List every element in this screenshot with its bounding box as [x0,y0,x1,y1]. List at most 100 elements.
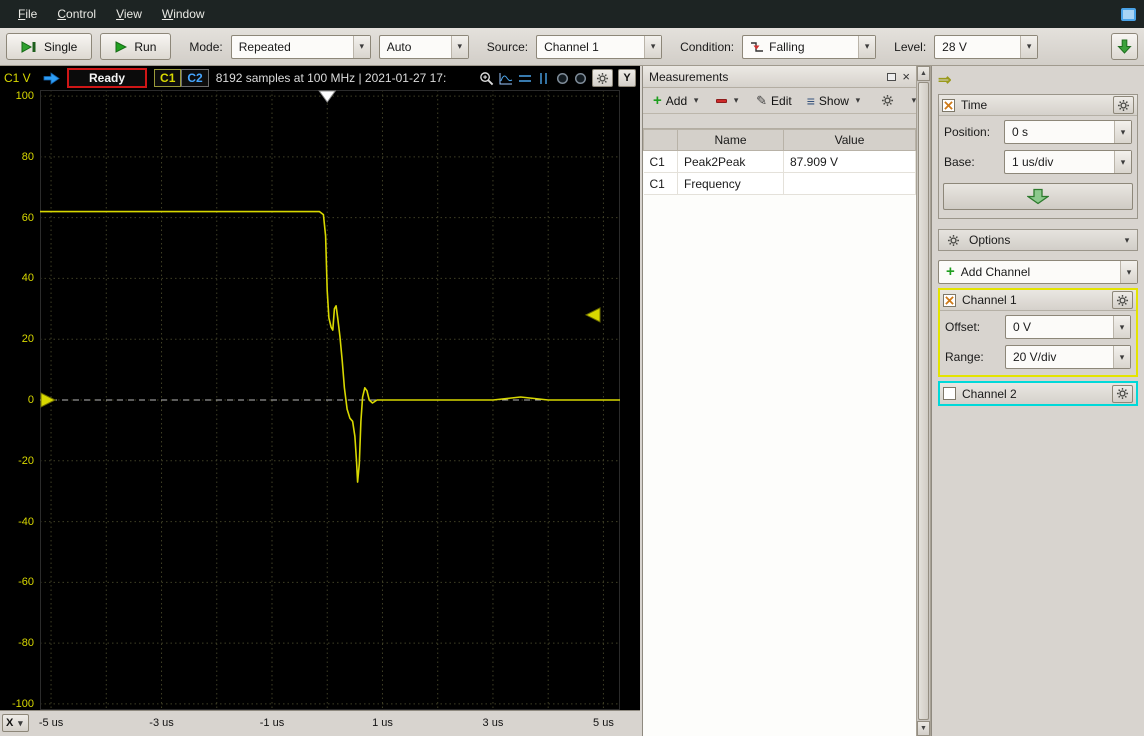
chevron-down-icon[interactable] [450,35,468,58]
channel-offset-marker[interactable] [40,392,57,408]
run-icon [115,40,128,53]
chevron-down-icon[interactable] [1114,151,1131,173]
offset-select[interactable]: 0 V [1005,315,1131,339]
chevron-down-icon[interactable] [1113,346,1130,368]
position-value: 0 s [1012,125,1029,139]
source-select[interactable]: Channel 1 [536,34,663,59]
channel2-settings-button[interactable] [1112,384,1133,403]
x-axis-mode-button[interactable]: X [2,714,30,732]
waveform-view-icon[interactable] [499,72,513,85]
range-select[interactable]: 20 V/div [1005,345,1131,369]
y-axis-mode-button[interactable]: Y [618,69,636,87]
single-button[interactable]: Single [6,33,93,60]
offset-value: 0 V [1013,320,1032,334]
indicator-circle-2-icon[interactable] [574,72,587,85]
base-value: 1 us/div [1012,155,1054,169]
gear-icon [1116,387,1129,400]
y-tick-label: 100 [15,90,34,103]
apply-time-button[interactable] [943,183,1133,210]
chevron-down-icon[interactable] [1113,316,1130,338]
scroll-down-button[interactable] [917,721,930,736]
measurements-settings-button[interactable] [875,91,900,111]
column-header-channel[interactable] [643,129,678,151]
chevron-down-icon[interactable] [644,35,662,58]
run-button-label: Run [134,39,157,54]
chevron-down-icon[interactable] [1020,35,1038,58]
add-channel-dropdown[interactable]: Add Channel [938,260,1138,284]
x-axis-mode-label: X [6,717,14,729]
channel2-checkbox[interactable] [943,387,956,400]
channel2-section: Channel 2 [938,381,1138,406]
level-label: Level: [894,39,927,54]
edit-measurement-button[interactable]: Edit [750,91,798,111]
chevron-down-icon[interactable] [1120,261,1137,283]
measurements-table-area: Name Value C1 Peak2Peak 87.909 V C1 Frequenc… [643,128,916,736]
condition-select[interactable]: Falling [742,34,877,59]
trigger-mode-select[interactable]: Auto [378,34,469,59]
menu-control[interactable]: Control [47,3,106,25]
level-step-down-button[interactable] [1111,33,1138,60]
position-select[interactable]: 0 s [1004,120,1132,144]
add-measurement-button[interactable]: Add [647,91,707,111]
channel2-header: Channel 2 [940,383,1136,404]
zoom-in-icon[interactable] [479,71,494,86]
range-label: Range: [945,350,984,364]
scope-status-bar: C1 V Ready C1 C2 8192 samples at 100 MHz … [0,66,640,90]
column-header-value[interactable]: Value [783,129,916,151]
measurement-row[interactable]: C1 Peak2Peak 87.909 V [643,150,916,173]
y-axis-unit-label: C1 V [4,71,31,85]
position-label: Position: [944,125,991,139]
channel-tab-c2[interactable]: C2 [181,69,209,87]
menu-file[interactable]: File [8,3,47,25]
float-panel-icon[interactable] [887,72,897,81]
run-button[interactable]: Run [100,33,172,60]
mode-value: Repeated [238,39,291,54]
x-tick-label: 5 us [593,717,614,729]
menu-window[interactable]: Window [152,3,215,25]
menubar: File Control View Window [0,0,1144,28]
menu-view[interactable]: View [106,3,152,25]
trigger-level-marker[interactable] [584,307,601,323]
chevron-down-icon[interactable] [1114,121,1131,143]
scope-plot[interactable] [40,90,620,710]
indicator-circle-1-icon[interactable] [556,72,569,85]
time-section: Time Position: 0 s Base: 1 us/div [938,94,1138,219]
plot-settings-button[interactable] [592,69,613,87]
chevron-down-icon[interactable] [858,35,876,58]
base-label: Base: [944,155,975,169]
channel-tab-c1[interactable]: C1 [154,69,182,87]
mode-select[interactable]: Repeated [230,34,371,59]
column-header-name[interactable]: Name [677,129,784,151]
acquisition-info: 8192 samples at 100 MHz | 2021-01-27 17: [215,71,447,85]
scroll-thumb[interactable] [918,82,929,720]
x-axis-bar: X -5 us -3 us -1 us 1 us 3 us 5 us [0,710,640,736]
check-x-icon [944,100,953,110]
vertical-cursors-icon[interactable] [537,72,551,85]
status-badge: Ready [67,68,148,88]
chevron-down-icon[interactable] [352,35,370,58]
time-section-header: Time [939,95,1137,116]
condition-label: Condition: [680,39,735,54]
options-dropdown[interactable]: Options [938,229,1138,251]
scroll-up-button[interactable] [917,66,930,81]
level-input[interactable]: 28 V [934,34,1039,59]
close-panel-icon[interactable] [902,70,910,84]
channel1-checkbox[interactable] [943,293,956,307]
y-tick-label: -60 [18,576,34,589]
gear-icon [947,234,960,246]
remove-measurement-button[interactable] [710,91,747,111]
window-dock-icon[interactable] [1121,7,1136,21]
time-settings-button[interactable] [1113,96,1134,114]
show-menu-button[interactable]: Show [801,91,869,111]
time-section-checkbox[interactable] [942,98,955,112]
single-button-label: Single [44,39,78,54]
scope-config-panel: Time Position: 0 s Base: 1 us/div Option… [931,66,1144,736]
base-select[interactable]: 1 us/div [1004,150,1132,174]
measurement-row[interactable]: C1 Frequency [643,172,916,195]
plus-icon [653,94,662,108]
trigger-mode-value: Auto [386,39,412,54]
horizontal-cursors-icon[interactable] [518,72,532,85]
expand-panel-icon[interactable] [938,74,951,88]
channel1-settings-button[interactable] [1112,291,1133,309]
vertical-scrollbar[interactable] [916,66,931,736]
